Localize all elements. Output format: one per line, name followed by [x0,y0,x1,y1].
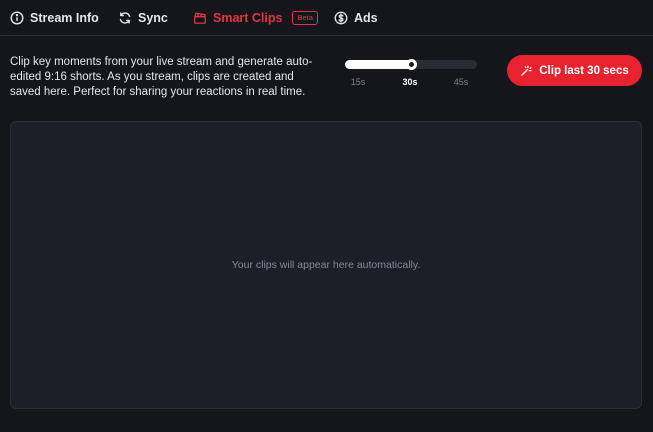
tab-sync[interactable]: Sync [118,9,168,27]
info-icon [10,11,24,25]
tab-label: Stream Info [30,11,99,25]
tick-label-selected[interactable]: 30s [402,77,417,87]
tab-smart-clips[interactable]: Smart Clips Beta [193,9,318,27]
clip-duration-slider[interactable]: 15s 30s 45s [345,59,477,88]
smart-clips-description: Clip key moments from your live stream a… [10,56,313,98]
tab-label: Sync [138,11,168,25]
beta-badge: Beta [292,11,318,25]
top-tabs: Stream Info Sync Smart Clips Beta Ads [0,0,653,36]
tab-stream-info[interactable]: Stream Info [10,9,99,27]
slider-handle[interactable] [405,59,417,70]
tick-label[interactable]: 15s [351,77,366,87]
empty-state-message: Your clips will appear here automaticall… [231,259,421,271]
clapperboard-icon [194,12,206,24]
tick-label[interactable]: 45s [454,77,469,87]
dollar-icon [334,11,348,25]
sync-icon [119,12,131,24]
tab-ads[interactable]: Ads [334,9,378,27]
magic-wand-icon [521,64,532,76]
slider-fill [345,60,412,69]
tab-label: Ads [354,11,378,25]
clip-last-30-secs-button[interactable]: Clip last 30 secs [507,55,642,86]
tab-label: Smart Clips [213,11,283,25]
clip-button-label: Clip last 30 secs [539,64,629,77]
clips-panel: Your clips will appear here automaticall… [10,121,642,409]
